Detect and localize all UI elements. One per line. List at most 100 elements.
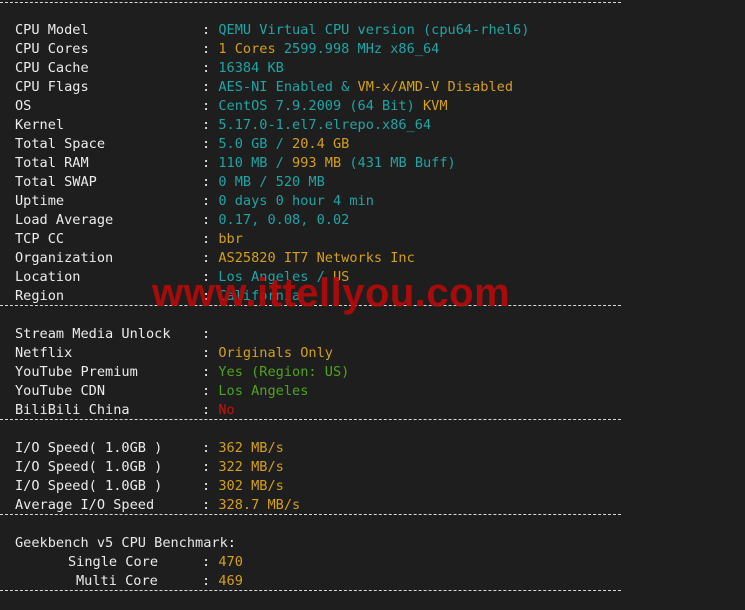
row-label: Location <box>15 269 81 285</box>
row-value: 470 <box>218 554 243 570</box>
row-value: 5.17.0-1.el7.elrepo.x86_64 <box>218 117 432 133</box>
separator <box>0 514 745 534</box>
row-colon: : <box>202 402 219 418</box>
row-value: Yes (Region: US) <box>218 364 350 380</box>
row-value: 322 MB/s <box>218 459 284 475</box>
info-row: Uptime: 0 days 0 hour 4 min <box>15 192 745 211</box>
geekbench-title: Geekbench v5 CPU Benchmark: <box>15 535 236 551</box>
info-row: Kernel: 5.17.0-1.el7.elrepo.x86_64 <box>15 116 745 135</box>
row-value: Los Angeles / <box>218 269 333 285</box>
row-value: No <box>218 402 235 418</box>
row-label: I/O Speed( 1.0GB ) <box>15 440 163 456</box>
info-row: I/O Speed( 1.0GB ): 302 MB/s <box>15 477 745 496</box>
row-colon: : <box>202 136 219 152</box>
info-row: BiliBili China: No <box>15 401 745 420</box>
row-colon: : <box>202 41 219 57</box>
row-label: CPU Flags <box>15 79 89 95</box>
row-value: CentOS 7.9.2009 (64 Bit) <box>218 98 423 114</box>
row-label: YouTube CDN <box>15 383 106 399</box>
stream-unlock-section: Stream Media Unlock: Netflix: Originals … <box>15 325 745 420</box>
row-colon: : <box>202 554 219 570</box>
row-label: YouTube Premium <box>15 364 138 380</box>
info-row: OS: CentOS 7.9.2009 (64 Bit) KVM <box>15 97 745 116</box>
row-label: Uptime <box>15 193 65 209</box>
row-colon: : <box>202 60 219 76</box>
row-colon: : <box>202 155 219 171</box>
row-colon: : <box>202 212 219 228</box>
row-value: 5.0 GB / <box>218 136 293 152</box>
row-colon: : <box>202 22 219 38</box>
info-row: YouTube Premium: Yes (Region: US) <box>15 363 745 382</box>
row-label: Multi Core <box>76 573 158 589</box>
info-row: TCP CC: bbr <box>15 230 745 249</box>
info-row: CPU Model: QEMU Virtual CPU version (cpu… <box>15 21 745 40</box>
row-value: 469 <box>218 573 243 589</box>
row-colon: : <box>202 326 219 342</box>
row-colon: : <box>202 174 219 190</box>
row-value: 0 days 0 hour 4 min <box>218 193 374 209</box>
row-label: I/O Speed( 1.0GB ) <box>15 459 163 475</box>
info-row: CPU Flags: AES-NI Enabled & VM-x/AMD-V D… <box>15 78 745 97</box>
row-value: US <box>332 269 350 285</box>
info-row: Location: Los Angeles / US <box>15 268 745 287</box>
info-row: Total SWAP: 0 MB / 520 MB <box>15 173 745 192</box>
row-value: KVM <box>422 98 448 114</box>
row-value: bbr <box>218 231 243 247</box>
row-value: 0.17, 0.08, 0.02 <box>218 212 350 228</box>
row-colon: : <box>202 459 219 475</box>
row-value: VM-x/AMD-V Disabled <box>357 79 514 95</box>
row-value: 993 MB <box>292 155 342 171</box>
row-colon: : <box>202 440 219 456</box>
row-value: AES-NI Enabled & <box>218 79 358 95</box>
info-row: Load Average: 0.17, 0.08, 0.02 <box>15 211 745 230</box>
row-value: (431 MB Buff) <box>341 155 456 171</box>
row-colon: : <box>202 288 219 304</box>
row-colon: : <box>202 497 219 513</box>
row-value: 20.4 GB <box>292 136 350 152</box>
info-row: I/O Speed( 1.0GB ): 362 MB/s <box>15 439 745 458</box>
row-colon: : <box>202 193 219 209</box>
row-value: 1 Cores <box>218 41 284 57</box>
row-label: OS <box>15 98 32 114</box>
row-label: Single Core <box>68 554 159 570</box>
info-row: Average I/O Speed: 328.7 MB/s <box>15 496 745 515</box>
row-value: AS25820 IT7 Networks Inc <box>218 250 415 266</box>
row-colon: : <box>202 250 219 266</box>
row-colon: : <box>202 117 219 133</box>
row-value: California <box>218 288 301 304</box>
row-label: Netflix <box>15 345 73 361</box>
row-colon: : <box>202 364 219 380</box>
info-row: YouTube CDN: Los Angeles <box>15 382 745 401</box>
separator <box>0 2 745 21</box>
row-colon: : <box>202 231 219 247</box>
separator <box>0 305 745 325</box>
row-colon: : <box>202 573 219 589</box>
info-row: Region: California <box>15 287 745 306</box>
info-row: Total RAM: 110 MB / 993 MB (431 MB Buff) <box>15 154 745 173</box>
row-label: Stream Media Unlock <box>15 326 171 342</box>
row-value: Los Angeles <box>218 383 309 399</box>
separator <box>0 419 745 439</box>
row-value: 302 MB/s <box>218 478 284 494</box>
row-colon: : <box>202 98 219 114</box>
row-value: QEMU Virtual CPU version (cpu64-rhel6) <box>218 22 530 38</box>
geekbench-multi-row: Multi Core: 469 <box>15 572 745 591</box>
info-row: Total Space: 5.0 GB / 20.4 GB <box>15 135 745 154</box>
geekbench-section: Geekbench v5 CPU Benchmark: Single Core:… <box>15 534 745 591</box>
info-row: CPU Cache: 16384 KB <box>15 59 745 78</box>
row-value: 0 MB / 520 MB <box>218 174 325 190</box>
info-row: Stream Media Unlock: <box>15 325 745 344</box>
row-label: CPU Model <box>15 22 89 38</box>
row-colon: : <box>202 269 219 285</box>
row-label: Total RAM <box>15 155 89 171</box>
row-label: CPU Cores <box>15 41 89 57</box>
row-label: Organization <box>15 250 114 266</box>
row-label: Load Average <box>15 212 114 228</box>
io-speed-section: I/O Speed( 1.0GB ): 362 MB/s I/O Speed( 1… <box>15 439 745 515</box>
system-info-section: CPU Model: QEMU Virtual CPU version (cpu… <box>15 21 745 306</box>
row-label: TCP CC <box>15 231 65 247</box>
row-label: Average I/O Speed <box>15 497 155 513</box>
row-label: CPU Cache <box>15 60 89 76</box>
info-row: I/O Speed( 1.0GB ): 322 MB/s <box>15 458 745 477</box>
row-colon: : <box>202 345 219 361</box>
